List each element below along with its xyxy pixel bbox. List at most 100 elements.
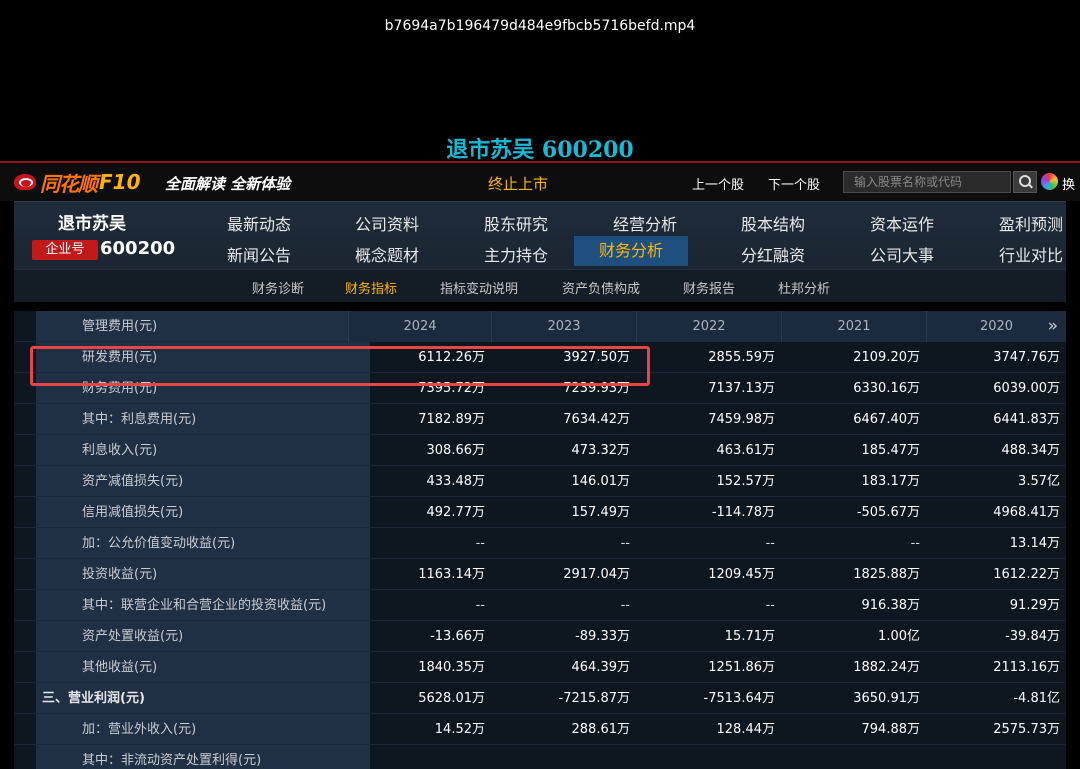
app-logo: 同花顺 F10: [14, 170, 141, 196]
financial-table: 管理费用(元) 2024 2023 2022 2021 2020 » 研发费用(…: [14, 311, 1066, 769]
value-cell: 6467.40万: [853, 412, 920, 427]
nav-financial-analysis[interactable]: 财务分析: [574, 236, 688, 266]
value-cell: 157.49万: [571, 505, 631, 520]
value-cell: -505.67万: [856, 505, 920, 520]
nav-industry-comparison[interactable]: 行业对比: [976, 242, 1080, 266]
year-header[interactable]: 2020: [926, 311, 1066, 342]
value-cell: 3.57亿: [1018, 474, 1060, 489]
value-cell: 7182.89万: [418, 412, 485, 427]
value-cell: 1840.35万: [418, 660, 485, 675]
video-filename: b7694a7b196479d484e9fbcb5716befd.mp4: [384, 18, 696, 34]
value-cell: 128.44万: [716, 722, 776, 737]
company-code: 600200: [100, 238, 176, 259]
value-cell: [781, 745, 926, 769]
next-stock-button[interactable]: 下一个股: [768, 174, 820, 193]
value-cell: 3927.50万: [563, 350, 630, 365]
row-label: 信用减值损失(元): [82, 505, 184, 520]
value-cell: -7215.87万: [558, 691, 630, 706]
nav-dividend-financing[interactable]: 分红融资: [718, 242, 828, 266]
switch-label[interactable]: 换: [1062, 174, 1075, 193]
value-cell: --: [620, 536, 630, 551]
subnav-balance-sheet-composition[interactable]: 资产负债构成: [562, 278, 640, 297]
company-name: 退市苏吴: [58, 214, 126, 234]
theme-switch-icon[interactable]: [1041, 173, 1058, 190]
year-header[interactable]: 2022: [636, 311, 781, 342]
row-label: 加：公允价值变动收益(元): [82, 536, 236, 551]
row-label: 资产处置收益(元): [82, 629, 184, 644]
subnav-dupont-analysis[interactable]: 杜邦分析: [778, 278, 830, 297]
year-header[interactable]: 2024: [348, 311, 491, 342]
value-cell: 14.52万: [434, 722, 485, 737]
value-cell: 2575.73万: [993, 722, 1060, 737]
table-row: 信用减值损失(元) 492.77万 157.49万 -114.78万 -505.67万 4…: [14, 497, 1066, 528]
table-row: 资产减值损失(元) 433.48万 146.01万 152.57万 183.17万 3.5…: [14, 466, 1066, 497]
nav-capital-operation[interactable]: 资本运作: [847, 211, 957, 235]
enterprise-badge[interactable]: 企业号: [32, 240, 98, 260]
row-label: 财务费用(元): [82, 381, 158, 396]
value-cell: 2855.59万: [708, 350, 775, 365]
value-cell: 794.88万: [861, 722, 921, 737]
subnav-financial-indicators[interactable]: 财务指标: [345, 278, 397, 297]
table-row: 三、营业利润(元) 5628.01万 -7215.87万 -7513.64万 3650.…: [14, 683, 1066, 714]
page-title: 退市苏吴 600200: [446, 137, 634, 163]
nav-news-announcements[interactable]: 新闻公告: [204, 242, 314, 266]
nav-shareholder-research[interactable]: 股东研究: [461, 211, 571, 235]
table-row: 利息收入(元) 308.66万 473.32万 463.61万 185.47万 488.3…: [14, 435, 1066, 466]
value-cell: 2109.20万: [853, 350, 920, 365]
table-row: 财务费用(元) 7395.72万 7239.93万 7137.13万 6330.16万 6…: [14, 373, 1066, 404]
search-icon[interactable]: [1013, 171, 1037, 193]
subnav-indicator-changes[interactable]: 指标变动说明: [440, 278, 518, 297]
double-chevron-right-icon[interactable]: »: [1048, 316, 1058, 336]
stock-search-input[interactable]: [843, 171, 1011, 193]
nav-main-holdings[interactable]: 主力持仓: [461, 242, 571, 266]
value-cell: 7137.13万: [708, 381, 775, 396]
value-cell: --: [475, 536, 485, 551]
subnav-financial-diagnosis[interactable]: 财务诊断: [252, 278, 304, 297]
value-cell: 1825.88万: [853, 567, 920, 582]
value-cell: 1163.14万: [418, 567, 485, 582]
value-cell: [348, 745, 491, 769]
listing-status: 终止上市: [488, 175, 549, 193]
subnav-financial-reports[interactable]: 财务报告: [683, 278, 735, 297]
row-label: 利息收入(元): [82, 443, 158, 458]
row-label: 其他收益(元): [82, 660, 158, 675]
value-cell: [491, 745, 636, 769]
nav-company-info[interactable]: 公司资料: [332, 211, 442, 235]
value-cell: 463.61万: [716, 443, 776, 458]
prev-stock-button[interactable]: 上一个股: [692, 174, 744, 193]
value-cell: 488.34万: [1001, 443, 1061, 458]
value-cell: 15.71万: [724, 629, 775, 644]
value-cell: 1251.86万: [708, 660, 775, 675]
row-label: 其中：非流动资产处置利得(元): [82, 753, 262, 768]
value-cell: -4.81亿: [1013, 691, 1060, 706]
row-label: 投资收益(元): [82, 567, 158, 582]
value-cell: --: [765, 598, 775, 613]
value-cell: 183.17万: [861, 474, 921, 489]
value-cell: -89.33万: [575, 629, 630, 644]
value-cell: 6039.00万: [993, 381, 1060, 396]
value-cell: --: [910, 536, 920, 551]
table-row: 投资收益(元) 1163.14万 2917.04万 1209.45万 1825.88万 1…: [14, 559, 1066, 590]
sub-navigation: 财务诊断 财务指标 指标变动说明 资产负债构成 财务报告 杜邦分析: [14, 269, 1066, 302]
nav-business-analysis[interactable]: 经营分析: [590, 211, 700, 235]
value-cell: 3650.91万: [853, 691, 920, 706]
value-cell: 7395.72万: [418, 381, 485, 396]
nav-earnings-forecast[interactable]: 盈利预测: [976, 211, 1080, 235]
value-cell: 2917.04万: [563, 567, 630, 582]
year-header[interactable]: 2021: [781, 311, 926, 342]
nav-company-events[interactable]: 公司大事: [847, 242, 957, 266]
value-cell: 6112.26万: [418, 350, 485, 365]
value-cell: -7513.64万: [703, 691, 775, 706]
table-row: 资产处置收益(元) -13.66万 -89.33万 15.71万 1.00亿 -39.84…: [14, 621, 1066, 652]
value-cell: 1612.22万: [993, 567, 1060, 582]
value-cell: --: [475, 598, 485, 613]
nav-concept-themes[interactable]: 概念题材: [332, 242, 442, 266]
row-label: 其中：联营企业和合营企业的投资收益(元): [82, 598, 327, 613]
nav-capital-structure[interactable]: 股本结构: [718, 211, 828, 235]
nav-latest-news[interactable]: 最新动态: [204, 211, 314, 235]
year-header[interactable]: 2023: [491, 311, 636, 342]
value-cell: 433.48万: [426, 474, 486, 489]
value-cell: 7459.98万: [708, 412, 775, 427]
table-header-row: 管理费用(元) 2024 2023 2022 2021 2020 »: [14, 311, 1066, 342]
table-row: 其中：联营企业和合营企业的投资收益(元) -- -- -- 916.38万 91.29万: [14, 590, 1066, 621]
